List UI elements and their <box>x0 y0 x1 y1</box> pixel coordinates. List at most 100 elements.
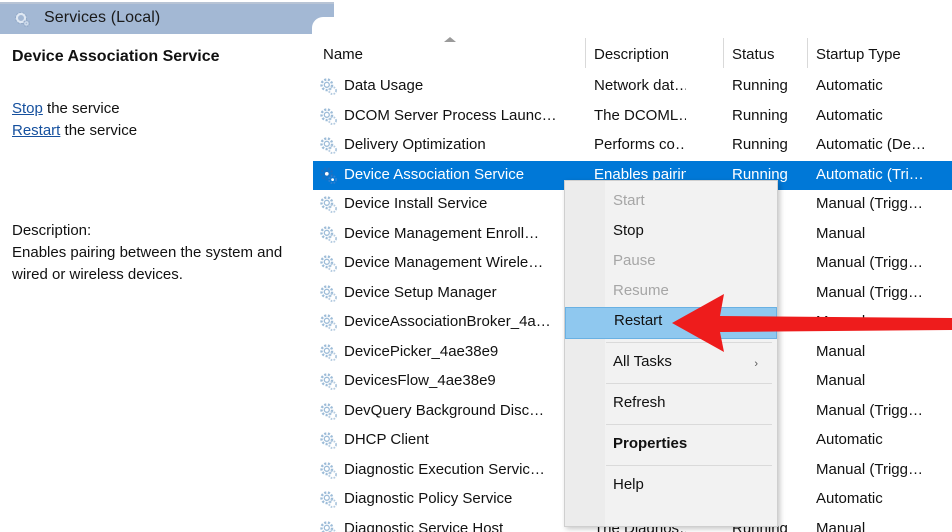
selected-service-title: Device Association Service <box>12 48 220 66</box>
context-menu-item-pause: Pause <box>566 247 776 277</box>
context-menu-item-stop[interactable]: Stop <box>566 217 776 247</box>
table-row[interactable]: DCOM Server Process Launc…The DCOML… Runn… <box>313 102 952 132</box>
cell-name: Data Usage <box>344 77 590 94</box>
window-tab-strip: Services (Local) <box>0 0 952 34</box>
stop-service-link[interactable]: Stop <box>12 100 43 117</box>
cell-startup: Manual (Trigg… <box>816 284 949 301</box>
stop-service-suffix: the service <box>43 100 120 117</box>
context-menu-separator <box>606 424 772 425</box>
service-gear-icon <box>320 255 338 273</box>
context-menu-item-label: All Tasks <box>613 353 672 370</box>
service-context-menu: Start Stop Pause Resume Restart All Tasks› Ref… <box>564 180 778 527</box>
cell-status: Running <box>732 136 794 153</box>
description-text: Enables pairing between the system and w… <box>12 242 302 286</box>
service-gear-icon <box>320 462 338 480</box>
cell-startup: Automatic (Tri… <box>816 166 949 183</box>
cell-name: Delivery Optimization <box>344 136 590 153</box>
context-menu-separator <box>606 465 772 466</box>
cell-startup: Automatic (De… <box>816 136 949 153</box>
cell-name: Device Management Enroll… <box>344 225 590 242</box>
cell-status: Running <box>732 77 794 94</box>
service-gear-icon <box>320 108 338 126</box>
service-description-block: Description: Enables pairing between the… <box>12 220 302 286</box>
cell-startup: Manual <box>816 343 949 360</box>
context-menu-item-label: Restart <box>614 312 662 329</box>
cell-name: Device Install Service <box>344 195 590 212</box>
list-column-headers: Name Description Status Startup Type <box>313 34 952 72</box>
service-gear-icon <box>320 78 338 96</box>
cell-name: Diagnostic Policy Service <box>344 490 590 507</box>
service-gear-icon <box>320 344 338 362</box>
cell-name: DHCP Client <box>344 431 590 448</box>
column-divider-3[interactable] <box>807 38 808 68</box>
context-menu-item-refresh[interactable]: Refresh <box>566 389 776 419</box>
restart-service-action: Restart the service <box>12 120 137 142</box>
cell-name: Device Association Service <box>344 166 590 183</box>
cell-startup: Manual <box>816 372 949 389</box>
column-header-name[interactable]: Name <box>323 46 363 63</box>
cell-name: Diagnostic Execution Servic… <box>344 461 590 478</box>
description-label: Description: <box>12 220 302 242</box>
cell-startup: Manual (Trigg… <box>816 254 949 271</box>
context-menu-item-properties[interactable]: Properties <box>566 430 776 460</box>
context-menu-item-label: Start <box>613 192 645 209</box>
context-menu-item-label: Pause <box>613 252 656 269</box>
cell-name: DeviceAssociationBroker_4a… <box>344 313 590 330</box>
context-menu-item-label: Help <box>613 476 644 493</box>
column-divider-1[interactable] <box>585 38 586 68</box>
service-gear-icon <box>320 432 338 450</box>
service-gear-icon <box>320 491 338 509</box>
column-header-startup[interactable]: Startup Type <box>816 46 901 63</box>
stop-service-action: Stop the service <box>12 98 137 120</box>
cell-startup: Manual (Trigg… <box>816 461 949 478</box>
column-header-description[interactable]: Description <box>594 46 669 63</box>
context-menu-item-label: Stop <box>613 222 644 239</box>
service-gear-icon <box>320 314 338 332</box>
cell-description: The DCOML… <box>594 107 686 124</box>
cell-name: Device Setup Manager <box>344 284 590 301</box>
service-gear-icon <box>320 285 338 303</box>
cell-startup: Manual <box>816 225 949 242</box>
tab-title: Services (Local) <box>44 9 160 27</box>
restart-service-link[interactable]: Restart <box>12 122 60 139</box>
context-menu-item-label: Properties <box>613 435 687 452</box>
cell-name: DevicePicker_4ae38e9 <box>344 343 590 360</box>
cell-description: Network dat… <box>594 77 686 94</box>
context-menu-item-help[interactable]: Help <box>566 471 776 501</box>
context-menu-item-label: Resume <box>613 282 669 299</box>
context-menu-item-start: Start <box>566 187 776 217</box>
cell-name: DCOM Server Process Launc… <box>344 107 590 124</box>
cell-startup: Automatic <box>816 431 949 448</box>
cell-name: Device Management Wirele… <box>344 254 590 271</box>
table-row[interactable]: Data UsageNetwork dat…RunningAutomatic <box>313 72 952 102</box>
service-gear-icon <box>320 196 338 214</box>
cell-name: DevQuery Background Disc… <box>344 402 590 419</box>
services-window: Services (Local) Device Association Serv… <box>0 0 952 532</box>
context-menu-separator <box>606 383 772 384</box>
tab-corner-curve <box>312 4 334 34</box>
context-menu-item-resume: Resume <box>566 277 776 307</box>
table-row[interactable]: Delivery OptimizationPerforms co…Running… <box>313 131 952 161</box>
service-action-links: Stop the service Restart the service <box>12 98 137 142</box>
service-gear-icon <box>320 403 338 421</box>
cell-startup: Automatic <box>816 107 949 124</box>
column-divider-2[interactable] <box>723 38 724 68</box>
services-gear-icon <box>14 11 32 29</box>
restart-service-suffix: the service <box>60 122 137 139</box>
service-gear-icon <box>320 226 338 244</box>
cell-startup: Manual (Trigg… <box>816 402 949 419</box>
cell-name: Diagnostic Service Host <box>344 520 590 532</box>
cell-name: DevicesFlow_4ae38e9 <box>344 372 590 389</box>
service-gear-icon <box>320 137 338 155</box>
context-menu-item-all-tasks[interactable]: All Tasks› <box>566 348 776 378</box>
service-gear-icon <box>320 521 338 532</box>
cell-status: Running <box>732 107 794 124</box>
service-details-pane: Device Association Service Stop the serv… <box>0 34 312 532</box>
cell-startup: Manual <box>816 520 949 532</box>
context-menu-item-restart[interactable]: Restart <box>565 307 777 339</box>
column-header-status[interactable]: Status <box>732 46 775 63</box>
cell-startup: Automatic <box>816 490 949 507</box>
sort-ascending-icon <box>444 37 456 42</box>
cell-startup: Manual <box>816 313 949 330</box>
service-gear-icon <box>320 167 338 185</box>
